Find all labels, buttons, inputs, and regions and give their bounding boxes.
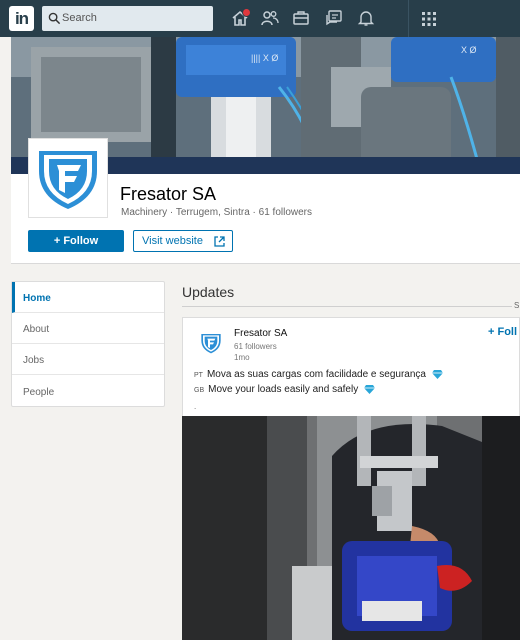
post-line-pt: PT Mova as suas cargas com facilidade e s… — [194, 369, 443, 380]
sort-control[interactable]: S — [514, 301, 519, 310]
notification-badge — [242, 8, 251, 17]
notifications-icon[interactable] — [357, 9, 375, 27]
nav-item-jobs[interactable]: Jobs — [12, 344, 164, 375]
linkedin-logo[interactable]: in — [9, 6, 34, 31]
search-icon — [48, 12, 61, 25]
post-author-name[interactable]: Fresator SA — [234, 328, 287, 339]
nav-divider — [408, 0, 409, 37]
external-link-icon — [214, 236, 225, 247]
search-input[interactable]: Search — [42, 6, 213, 31]
nav-item-about[interactable]: About — [12, 313, 164, 344]
svg-text:|||| X Ø: |||| X Ø — [251, 53, 278, 63]
flag-pt-label: PT — [194, 372, 203, 379]
post-author-logo[interactable] — [198, 330, 224, 356]
nav-item-people[interactable]: People — [12, 376, 164, 407]
nav-item-home[interactable]: Home — [12, 282, 164, 313]
post-time: 1mo — [234, 353, 250, 362]
visit-website-label: Visit website — [142, 235, 203, 247]
company-logo[interactable] — [28, 138, 108, 218]
messaging-icon[interactable] — [325, 9, 343, 27]
post-text-pt: Mova as suas cargas com facilidade e seg… — [206, 369, 426, 380]
post-author-followers: 61 followers — [234, 342, 277, 351]
company-meta: Machinery · Terrugem, Sintra · 61 follow… — [121, 207, 312, 218]
follow-button[interactable]: + Follow — [28, 230, 124, 252]
post-line-gb: GB Move your loads easily and safely — [194, 384, 375, 395]
company-page-nav: Home About Jobs People — [11, 281, 165, 407]
jobs-icon[interactable] — [292, 9, 310, 27]
post-follow-button[interactable]: + Foll — [488, 326, 517, 338]
search-placeholder: Search — [62, 12, 97, 24]
svg-text:X Ø: X Ø — [461, 45, 477, 55]
flag-gb-label: GB — [194, 387, 205, 394]
apps-grid-icon[interactable] — [422, 12, 436, 26]
visit-website-button[interactable]: Visit website — [133, 230, 233, 252]
post-text-gb: Move your loads easily and safely — [208, 384, 359, 395]
top-nav-bar: in Search — [0, 0, 520, 37]
company-name: Fresator SA — [120, 184, 217, 204]
people-icon[interactable] — [261, 9, 279, 27]
see-more-mark[interactable]: . — [194, 402, 196, 411]
fresator-logo-icon — [39, 151, 97, 209]
updates-divider — [182, 306, 512, 307]
gem-icon — [431, 370, 443, 380]
post-image[interactable] — [182, 416, 520, 640]
gem-icon — [363, 385, 375, 395]
updates-heading: Updates — [182, 284, 235, 300]
